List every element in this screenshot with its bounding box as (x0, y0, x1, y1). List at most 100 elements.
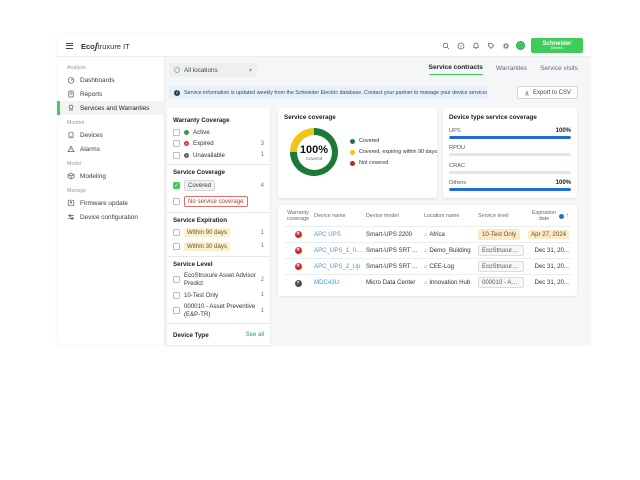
tab-service-visits[interactable]: Service visits (540, 65, 578, 75)
sidebar-item-devices[interactable]: Devices (57, 128, 164, 142)
expired-status-icon: ✕ (184, 141, 189, 146)
device-link[interactable]: APC UPS (314, 231, 341, 238)
sidebar-item-services-and-warranties[interactable]: Services and Warranties (57, 101, 164, 115)
filter-icon[interactable] (559, 214, 564, 219)
sidebar-item-reports[interactable]: Reports (57, 87, 164, 101)
devices-table: Warranty coverage Device name Device mod… (284, 207, 571, 290)
checkbox-checked[interactable]: ✓ (173, 182, 180, 189)
checkbox[interactable] (173, 198, 180, 205)
notifications-icon[interactable] (471, 41, 480, 50)
bar-rpdu: RPDU (449, 145, 571, 156)
tab-service-contracts[interactable]: Service contracts (429, 64, 483, 75)
globe-icon (174, 67, 180, 73)
service-coverage-card: Service coverage 100% Covered Covered (278, 108, 437, 198)
sort-asc-icon[interactable]: ↑ (566, 213, 569, 220)
service-level-pill: EcoStruxure Ass... (478, 261, 524, 272)
checkbox[interactable] (173, 276, 180, 283)
filter-warranty-unavailable[interactable]: ? Unavailable 1 (173, 152, 264, 159)
service-level-pill: EcoStruxure Ass... (478, 245, 524, 256)
chevron-down-icon: ▾ (249, 67, 252, 74)
legend-not-covered: Not covered (350, 160, 437, 166)
coverage-legend: Covered Covered, expiring within 90 days… (350, 138, 437, 166)
sidebar-section-monitor: Monitor (57, 115, 164, 128)
filter-warranty-expired[interactable]: ✕ Expired 3 (173, 140, 264, 147)
export-csv-button[interactable]: Export to CSV (517, 86, 578, 99)
filter-no-service-coverage[interactable]: No service coverage (173, 196, 264, 207)
location-filter-dropdown[interactable]: All locations ▾ (169, 63, 257, 77)
bar-crac: CRAC (449, 163, 571, 174)
firmware-update-icon (67, 199, 75, 207)
checkbox[interactable] (173, 152, 180, 159)
col-service-level[interactable]: Service level (476, 207, 526, 226)
logo-eco: Eco (81, 42, 95, 51)
app-logo: Ecoʃtruxure IT (81, 41, 130, 51)
table-header-row: Warranty coverage Device name Device mod… (284, 207, 571, 226)
sidebar-item-alarms[interactable]: Alarms (57, 142, 164, 156)
schneider-electric-logo[interactable]: Schneider Electric (531, 38, 583, 53)
filter-warranty-active[interactable]: Active (173, 129, 264, 136)
table-row[interactable]: ✕ APC UPS Smart-UPS 2200 ⌂Africa 10-Test… (284, 226, 571, 242)
legend-dot-green (350, 139, 355, 144)
bar-ups: UPS 100% (449, 128, 571, 139)
checkbox[interactable] (173, 307, 180, 314)
filter-level-10-test-only[interactable]: 10-Test Only 1 (173, 292, 264, 299)
coverage-value-label: Covered (306, 156, 322, 161)
sidebar-item-device-configuration[interactable]: Device configuration (57, 210, 164, 224)
device-link[interactable]: APC_UPS_1_0... (314, 247, 361, 254)
bar-others: Others 100% (449, 180, 571, 191)
menu-icon[interactable] (64, 41, 75, 51)
active-status-icon (184, 130, 189, 135)
sidebar-item-modeling[interactable]: Modeling (57, 169, 164, 183)
filter-within-90-days[interactable]: Within 90 days 1 (173, 228, 264, 237)
device-link[interactable]: MDC43U (314, 279, 339, 286)
device-link[interactable]: APC_UPS_2_Up (314, 263, 360, 270)
feedback-icon[interactable] (486, 41, 495, 50)
settings-icon[interactable] (501, 41, 510, 50)
location-icon: ⌂ (424, 264, 427, 270)
sidebar: Analyze Dashboards Reports Services and … (57, 57, 165, 345)
legend-dot-yellow (350, 150, 355, 155)
see-all-link[interactable]: See all (246, 332, 264, 338)
table-row[interactable]: ✕ APC_UPS_1_0... Smart-UPS SRT ... ⌂Demo… (284, 242, 571, 258)
table-row[interactable]: ? MDC43U Micro Data Center ⌂Innovation H… (284, 274, 571, 290)
sidebar-item-firmware-update[interactable]: Firmware update (57, 196, 164, 210)
checkbox[interactable] (173, 140, 180, 147)
modeling-icon (67, 172, 75, 180)
col-device-model[interactable]: Device model (364, 207, 422, 226)
checkbox[interactable] (173, 243, 180, 250)
col-device-name[interactable]: Device name (312, 207, 364, 226)
checkbox[interactable] (173, 292, 180, 299)
help-icon[interactable] (456, 41, 465, 50)
checkbox[interactable] (173, 229, 180, 236)
filter-level-asset-advisor[interactable]: EcoStruxure Asset Advisor Predict 2 (173, 272, 264, 287)
checkbox[interactable] (173, 129, 180, 136)
filter-level-asset-preventive[interactable]: 000010 - Asset Preventive (E&P-TR) 1 (173, 303, 264, 318)
sidebar-section-analyze: Analyze (57, 60, 164, 73)
info-icon: i (174, 90, 180, 96)
sidebar-item-dashboards[interactable]: Dashboards (57, 73, 164, 87)
coverage-donut-chart: 100% Covered (290, 128, 338, 176)
coverage-value: 100% (300, 144, 328, 156)
search-icon[interactable] (441, 41, 450, 50)
location-icon: ⌂ (424, 232, 427, 238)
sidebar-section-model: Model (57, 156, 164, 169)
warranty-icon (67, 104, 75, 112)
filter-within-30-days[interactable]: Within 30 days 1 (173, 242, 264, 251)
unavailable-status-icon: ? (184, 153, 189, 158)
tab-warranties[interactable]: Warranties (496, 65, 527, 75)
col-warranty-coverage[interactable]: Warranty coverage (284, 207, 312, 226)
warranty-expired-icon: ✕ (295, 247, 302, 254)
filter-covered[interactable]: ✓ Covered 4 (173, 180, 264, 191)
sidebar-section-manage: Manage (57, 183, 164, 196)
logo-rest: truxure IT (98, 42, 130, 51)
service-level-pill: 10-Test Only (478, 229, 520, 240)
filter-panel: Warranty Coverage Active ✕ Expired 3 ? U (167, 108, 270, 345)
col-expiration-date[interactable]: Expiration date ↑ (526, 207, 571, 226)
device-type-coverage-title: Device type service coverage (449, 114, 571, 121)
filter-service-expiration-title: Service Expiration (173, 217, 264, 224)
table-row[interactable]: ✕ APC_UPS_2_Up Smart-UPS SRT ... ⌂CEE-Lo… (284, 258, 571, 274)
legend-dot-red (350, 161, 355, 166)
col-location-name[interactable]: Location name (422, 207, 476, 226)
user-avatar[interactable] (516, 41, 525, 50)
info-banner: i Service information is updated weekly … (169, 86, 487, 99)
